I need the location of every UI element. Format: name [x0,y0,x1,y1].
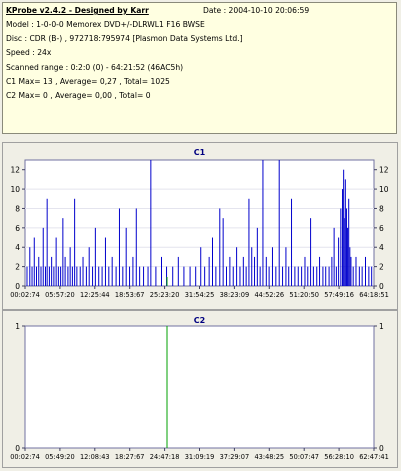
c2-chart-panel: C2 0 0 1 1 00:02:74 05:49:20 12:08:43 18:27:67 24… [2,310,398,468]
x-tick-label: 31:54:25 [185,291,215,299]
y-tick-label: 8 [379,204,384,213]
y-tick-label: 6 [379,224,384,233]
scan-speed: Speed : 24x [6,48,52,57]
y-tick-label: 10 [10,185,20,194]
x-tick-label: 12:08:43 [80,453,110,461]
app-title: KProbe v2.4.2 - Designed by Karr [6,6,149,15]
c2-chart: C2 0 0 1 1 00:02:74 05:49:20 12:08:43 18:27:67 24… [10,316,389,461]
x-tick-label: 37:29:07 [220,453,250,461]
x-tick-label: 51:20:50 [289,291,319,299]
y-tick-label: 8 [15,204,20,213]
y-tick-label: 6 [15,224,20,233]
c2-stats: C2 Max= 0 , Average= 0,00 , Total= 0 [6,91,151,100]
y-tick-label: 12 [379,166,389,175]
y-tick-label: 0 [379,282,384,291]
x-tick-label: 62:47:41 [359,453,389,461]
c1-stats: C1 Max= 13 , Average= 0,27 , Total= 1025 [6,77,170,86]
c1-chart: C1 0 0 2 2 4 4 6 6 8 8 10 10 12 12 00:02:74 05:57:20 12:2… [10,148,389,299]
x-tick-label: 57:49:16 [324,291,354,299]
x-tick-label: 18:27:67 [115,453,145,461]
x-tick-label: 43:48:25 [254,453,284,461]
x-tick-label: 05:57:20 [45,291,75,299]
y-tick-label: 1 [379,322,384,331]
y-tick-label: 4 [15,243,20,252]
x-tick-label: 18:53:67 [115,291,145,299]
x-tick-label: 25:23:20 [150,291,180,299]
y-tick-label: 12 [10,166,20,175]
x-tick-label: 44:52:26 [254,291,284,299]
x-tick-label: 56:28:10 [324,453,354,461]
chart-title: C1 [194,148,206,157]
y-tick-label: 0 [15,282,20,291]
scanned-range: Scanned range : 0:2:0 (0) - 64:21:52 (46… [6,63,184,72]
info-panel: KProbe v2.4.2 - Designed by Karr Date : … [2,2,397,134]
y-tick-label: 2 [379,263,384,272]
plot-area [24,325,375,449]
x-tick-label: 12:25:44 [80,291,110,299]
c1-chart-panel: C1 0 0 2 2 4 4 6 6 8 8 10 10 12 12 00:02:74 05:57:20 12:2… [2,142,398,310]
x-tick-label: 38:23:09 [220,291,250,299]
y-tick-label: 2 [15,263,20,272]
y-tick-label: 1 [15,322,20,331]
y-tick-label: 0 [15,444,20,453]
drive-model: Model : 1-0-0-0 Memorex DVD+/-DLRWL1 F16… [6,20,205,29]
x-tick-label: 31:09:19 [185,453,215,461]
disc-info: Disc : CDR (B-) , 972718:795974 [Plasmon… [6,34,243,43]
x-tick-label: 24:47:18 [150,453,180,461]
scan-date: Date : 2004-10-10 20:06:59 [203,6,310,15]
x-tick-label: 00:02:74 [10,453,40,461]
x-tick-label: 50:07:47 [289,453,319,461]
x-tick-label: 64:18:51 [359,291,389,299]
x-tick-label: 05:49:20 [45,453,75,461]
y-tick-label: 4 [379,243,384,252]
y-tick-label: 0 [379,444,384,453]
x-tick-label: 00:02:74 [10,291,40,299]
chart-title: C2 [194,316,205,325]
y-tick-label: 10 [379,185,389,194]
